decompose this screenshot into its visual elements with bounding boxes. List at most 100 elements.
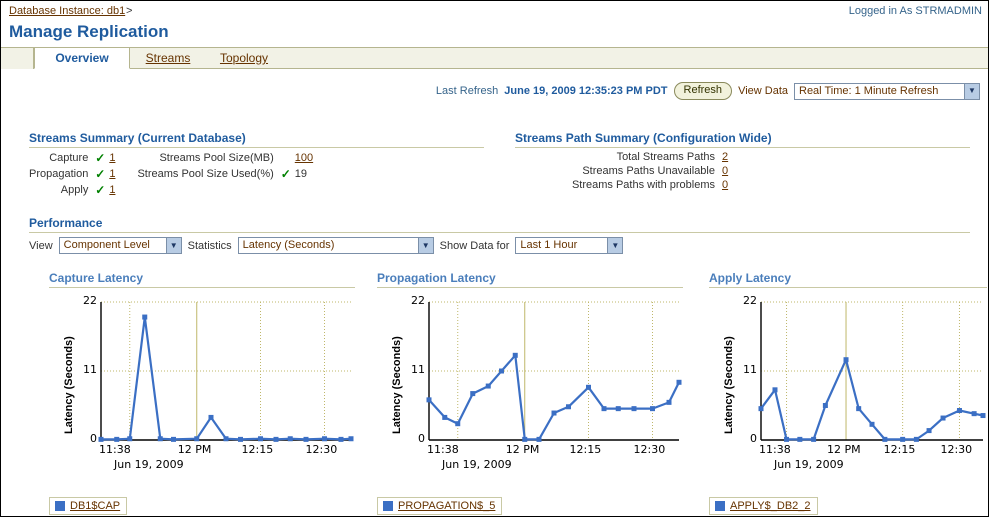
paths-unavailable-link[interactable]: 0 (722, 165, 728, 177)
path-summary-table: Total Streams Paths 2 Streams Paths Unav… (515, 151, 728, 193)
legend-swatch-icon (383, 501, 393, 511)
tab-overview[interactable]: Overview (34, 48, 130, 69)
capture-count-link[interactable]: 1 (109, 152, 115, 164)
last-refresh-label: Last Refresh (436, 85, 498, 97)
x-axis-tick: 12 PM (178, 443, 212, 456)
table-row: Apply ✓ 1 (29, 183, 313, 199)
x-axis-tick: 12 PM (827, 443, 861, 456)
tab-stub (1, 48, 34, 69)
chart-title: Propagation Latency (377, 271, 683, 287)
performance-controls: View Component Level ▼ Statistics Latenc… (29, 237, 623, 254)
table-row: Propagation ✓ 1 Streams Pool Size Used(%… (29, 167, 313, 183)
row-value-propagation: 1 (107, 167, 115, 183)
chevron-down-icon: ▼ (418, 238, 433, 253)
performance-rule (29, 232, 970, 233)
tab-streams[interactable]: Streams (130, 48, 206, 69)
x-axis-tick: 11:38 (427, 443, 459, 456)
manage-replication-page: Database Instance: db1 > Logged in As ST… (0, 0, 989, 517)
y-axis-label: Latency (Seconds) (391, 336, 403, 434)
view-data-select-value: Real Time: 1 Minute Refresh (795, 84, 964, 99)
streams-summary-title: Streams Summary (Current Database) (29, 131, 246, 145)
x-axis-tick: 11:38 (99, 443, 131, 456)
show-data-for-label: Show Data for (440, 240, 510, 252)
row-label-pool-used: Streams Pool Size Used(%) (137, 167, 278, 183)
x-axis-tick: 11:38 (759, 443, 791, 456)
statistics-select-value: Latency (Seconds) (239, 238, 418, 253)
chart-capture-latency: Capture Latency 01122Latency (Seconds)11… (49, 271, 355, 478)
x-axis-date-label: Jun 19, 2009 (442, 458, 512, 471)
breadcrumb: Database Instance: db1 > Logged in As ST… (1, 1, 989, 23)
table-row: Streams Paths with problems 0 (515, 179, 728, 193)
chart-legend: DB1$CAP (49, 497, 127, 515)
spacer (115, 167, 137, 183)
breadcrumb-separator: > (126, 5, 132, 17)
row-value-pool-size: 100 (293, 151, 313, 167)
status-ok-icon-capture: ✓ (93, 151, 107, 167)
view-data-select[interactable]: Real Time: 1 Minute Refresh ▼ (794, 83, 980, 100)
chevron-down-icon: ▼ (964, 84, 979, 99)
spacer (115, 151, 137, 167)
row-label-paths-problems: Streams Paths with problems (515, 179, 720, 193)
row-label-propagation: Propagation (29, 167, 93, 183)
legend-label[interactable]: PROPAGATION$_5 (398, 500, 495, 512)
performance-title: Performance (29, 216, 102, 230)
row-label-paths-unavailable: Streams Paths Unavailable (515, 165, 720, 179)
row-value-capture: 1 (107, 151, 115, 167)
show-data-for-select[interactable]: Last 1 Hour ▼ (515, 237, 623, 254)
tab-topology[interactable]: Topology (206, 48, 282, 69)
chart-plot-area: 01122Latency (Seconds)11:3812 PM12:1512:… (377, 288, 683, 478)
path-summary-title: Streams Path Summary (Configuration Wide… (515, 131, 772, 145)
apply-count-link[interactable]: 1 (109, 184, 115, 196)
legend-swatch-icon (55, 501, 65, 511)
row-value-pool-used: 19 (293, 167, 313, 183)
row-label-apply: Apply (29, 183, 93, 199)
legend-label[interactable]: APPLY$_DB2_2 (730, 500, 811, 512)
row-value-paths-problems: 0 (720, 179, 728, 193)
chart-plot-area: 01122Latency (Seconds)11:3812 PM12:1512:… (49, 288, 355, 478)
x-axis-tick: 12:15 (884, 443, 916, 456)
y-axis-label: Latency (Seconds) (723, 336, 735, 434)
y-axis-tick: 22 (397, 294, 425, 307)
chevron-down-icon: ▼ (166, 238, 181, 253)
row-label-capture: Capture (29, 151, 93, 167)
row-value-paths-unavailable: 0 (720, 165, 728, 179)
y-axis-tick: 22 (729, 294, 757, 307)
spacer (115, 183, 137, 199)
row-label-total-paths: Total Streams Paths (515, 151, 720, 165)
show-data-for-select-value: Last 1 Hour (516, 238, 607, 253)
pool-size-link[interactable]: 100 (295, 152, 313, 164)
chart-plot-area: 01122Latency (Seconds)11:3812 PM12:1512:… (709, 288, 987, 478)
x-axis-tick: 12 PM (506, 443, 540, 456)
chart-propagation-latency: Propagation Latency 01122Latency (Second… (377, 271, 683, 478)
page-title: Manage Replication (9, 22, 169, 42)
spacer (279, 183, 293, 199)
statistics-select[interactable]: Latency (Seconds) ▼ (238, 237, 434, 254)
row-value-total-paths: 2 (720, 151, 728, 165)
legend-label[interactable]: DB1$CAP (70, 500, 120, 512)
status-ok-icon-propagation: ✓ (93, 167, 107, 183)
x-axis-tick: 12:15 (570, 443, 602, 456)
logged-in-user: Logged in As STRMADMIN (849, 5, 982, 17)
view-label: View (29, 240, 53, 252)
path-summary-rule (515, 147, 970, 148)
chart-legend: PROPAGATION$_5 (377, 497, 502, 515)
status-none-pool-size (279, 151, 293, 167)
view-data-label: View Data (738, 85, 788, 97)
x-axis-tick: 12:30 (940, 443, 972, 456)
chart-apply-latency: Apply Latency 01122Latency (Seconds)11:3… (709, 271, 987, 478)
chart-title: Apply Latency (709, 271, 987, 287)
table-row: Capture ✓ 1 Streams Pool Size(MB) 100 (29, 151, 313, 167)
statistics-label: Statistics (188, 240, 232, 252)
chart-title: Capture Latency (49, 271, 355, 287)
total-paths-link[interactable]: 2 (722, 151, 728, 163)
x-axis-tick: 12:30 (306, 443, 338, 456)
status-ok-icon-apply: ✓ (93, 183, 107, 199)
refresh-button[interactable]: Refresh (674, 82, 733, 100)
propagation-count-link[interactable]: 1 (109, 168, 115, 180)
refresh-bar: Last Refresh June 19, 2009 12:35:23 PM P… (436, 81, 980, 101)
breadcrumb-link-database-instance[interactable]: Database Instance: db1 (9, 5, 125, 17)
paths-problems-link[interactable]: 0 (722, 179, 728, 191)
view-select-value: Component Level (60, 238, 166, 253)
view-select[interactable]: Component Level ▼ (59, 237, 182, 254)
row-label-pool-size: Streams Pool Size(MB) (137, 151, 278, 167)
